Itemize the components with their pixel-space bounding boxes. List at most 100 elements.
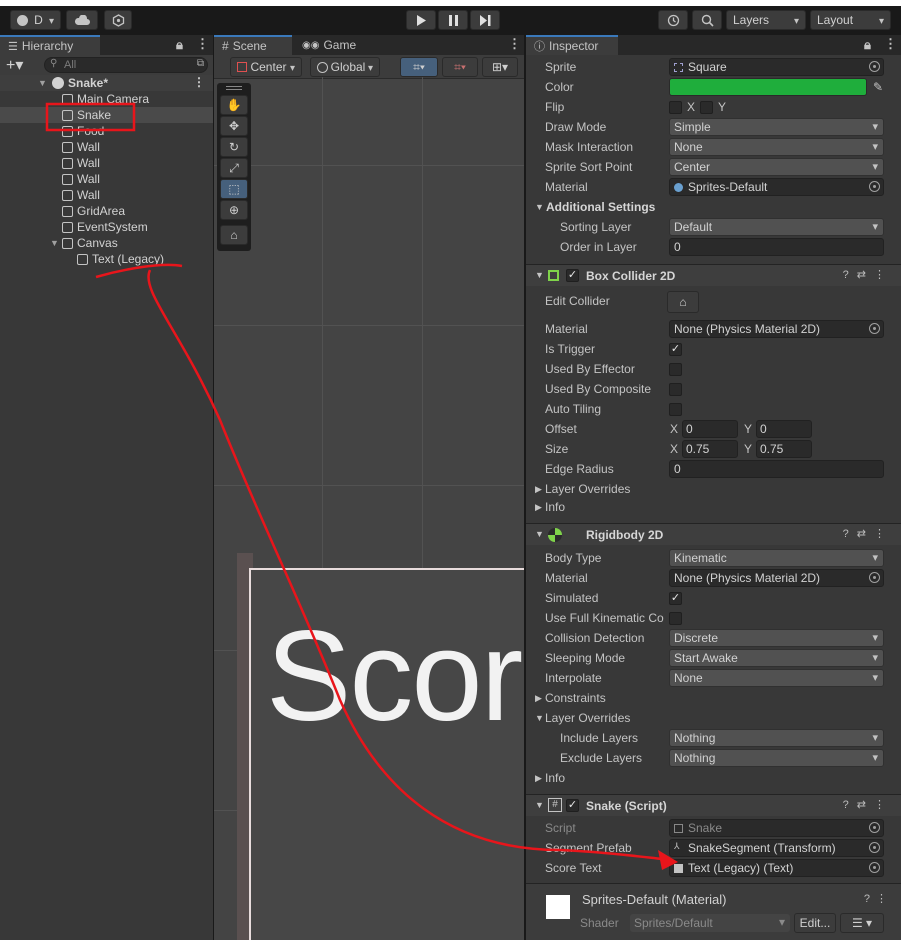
additional-settings-row[interactable]: ▼ Additional Settings (526, 197, 901, 217)
is-trigger-checkbox[interactable]: ✓ (669, 343, 682, 356)
search-button[interactable] (692, 10, 722, 30)
include-layers-dropdown[interactable]: Nothing (669, 729, 884, 747)
foldout-arrow-icon[interactable]: ▼ (535, 202, 544, 212)
list-item-selected[interactable]: Snake (0, 107, 213, 123)
list-item[interactable]: Food (62, 123, 104, 139)
component-actions[interactable]: ?⇄⋮ (843, 527, 893, 540)
object-picker-icon[interactable] (869, 61, 880, 72)
list-item[interactable]: Wall (62, 171, 100, 187)
custom-tool-button[interactable]: ⌂ (220, 225, 248, 245)
enable-checkbox[interactable]: ✓ (566, 269, 579, 282)
foldout-arrow-icon[interactable]: ▼ (535, 529, 544, 539)
layout-dropdown[interactable]: Layout (810, 10, 891, 30)
expand-arrow-icon[interactable]: ▼ (38, 78, 48, 88)
list-item[interactable]: Main Camera (62, 91, 149, 107)
list-item[interactable]: GridArea (62, 203, 125, 219)
move-tool-button[interactable]: ✥ (220, 116, 248, 136)
shader-options-button[interactable]: ☰ ▾ (840, 913, 884, 933)
rotate-tool-button[interactable]: ↻ (220, 137, 248, 157)
shader-dropdown[interactable]: Sprites/Default ▾ (630, 914, 790, 932)
hierarchy-search-input[interactable]: ⚲ All ⧉ (44, 57, 208, 73)
body-type-dropdown[interactable]: Kinematic (669, 549, 884, 567)
list-item[interactable]: ▼ Canvas (50, 235, 118, 251)
object-picker-icon[interactable] (869, 842, 880, 853)
scale-tool-button[interactable]: ⤢ (220, 158, 248, 178)
segment-prefab-field[interactable]: ⅄ SnakeSegment (Transform) (669, 839, 884, 857)
edge-radius-input[interactable]: 0 (669, 460, 884, 478)
full-kinematic-checkbox[interactable] (669, 612, 682, 625)
flip-y-checkbox[interactable] (700, 101, 713, 114)
pivot-dropdown[interactable]: Center (230, 57, 302, 77)
account-dropdown[interactable]: D (10, 10, 61, 30)
rb-info-foldout[interactable]: ▶ Info (526, 768, 901, 788)
component-actions[interactable]: ?⇄⋮ (843, 798, 893, 811)
sprite-field[interactable]: Square (669, 58, 884, 76)
physics-material-field[interactable]: None (Physics Material 2D) (669, 320, 884, 338)
more-menu-icon[interactable]: ⋮ (884, 36, 897, 52)
hand-tool-button[interactable]: ✋ (220, 95, 248, 115)
add-icon[interactable]: +▾ (6, 55, 23, 75)
transform-tool-button[interactable]: ⊕ (220, 200, 248, 220)
scene-panel[interactable]: # Scene ◉◉ Game ⋮ Center Global ⌗▾ ⌗▾ ⊞▾… (214, 35, 524, 940)
rigidbody-header[interactable]: ▼ Rigidbody 2D ?⇄⋮ (526, 523, 901, 545)
box-collider-header[interactable]: ▼ ✓ Box Collider 2D ?⇄⋮ (526, 264, 901, 286)
auto-tiling-checkbox[interactable] (669, 403, 682, 416)
object-picker-icon[interactable] (869, 572, 880, 583)
more-menu-icon[interactable]: ⋮ (508, 36, 521, 52)
simulated-checkbox[interactable]: ✓ (669, 592, 682, 605)
tab-hierarchy[interactable]: ☰ Hierarchy (0, 35, 100, 55)
space-dropdown[interactable]: Global (310, 57, 380, 77)
rb-layer-overrides-foldout[interactable]: ▼ Layer Overrides (526, 708, 901, 728)
edit-shader-button[interactable]: Edit... (794, 913, 836, 933)
history-button[interactable] (658, 10, 688, 30)
list-item[interactable]: Wall (62, 155, 100, 171)
expand-arrow-icon[interactable]: ▼ (50, 238, 59, 248)
exclude-layers-dropdown[interactable]: Nothing (669, 749, 884, 767)
foldout-arrow-icon[interactable]: ▼ (535, 800, 544, 810)
order-input[interactable]: 0 (669, 238, 884, 256)
score-text-field[interactable]: Text (Legacy) (Text) (669, 859, 884, 877)
color-swatch[interactable] (669, 78, 867, 96)
increment-snap-button[interactable]: ⌗▾ (442, 57, 478, 77)
physics-material-field[interactable]: None (Physics Material 2D) (669, 569, 884, 587)
rect-tool-button[interactable]: ⬚ (220, 179, 248, 199)
eyedropper-icon[interactable]: ✎ (873, 80, 883, 94)
offset-y-input[interactable]: 0 (756, 420, 812, 438)
play-button[interactable] (406, 10, 436, 30)
composite-checkbox[interactable] (669, 383, 682, 396)
constraints-foldout[interactable]: ▶ Constraints (526, 688, 901, 708)
foldout-arrow-icon[interactable]: ▶ (535, 484, 542, 495)
foldout-arrow-icon[interactable]: ▼ (535, 713, 544, 723)
object-picker-icon[interactable] (869, 862, 880, 873)
effector-checkbox[interactable] (669, 363, 682, 376)
component-actions[interactable]: ?⋮ (864, 892, 893, 905)
collab-button[interactable] (104, 10, 132, 30)
more-menu-icon[interactable]: ⋮ (193, 75, 205, 89)
more-menu-icon[interactable]: ⋮ (196, 36, 209, 52)
object-picker-icon[interactable] (869, 181, 880, 192)
foldout-arrow-icon[interactable]: ▼ (535, 270, 544, 280)
info-foldout[interactable]: ▶ Info (526, 497, 901, 517)
flip-x-checkbox[interactable] (669, 101, 682, 114)
tab-game[interactable]: ◉◉ Game (294, 35, 364, 55)
component-actions[interactable]: ?⇄⋮ (843, 268, 893, 281)
snake-script-header[interactable]: ▼ # ✓ Snake (Script) ?⇄⋮ (526, 794, 901, 816)
layers-dropdown[interactable]: Layers (726, 10, 806, 30)
tab-inspector[interactable]: ⓘ Inspector (526, 35, 618, 55)
ruler-button[interactable]: ⊞▾ (482, 57, 518, 77)
size-y-input[interactable]: 0.75 (756, 440, 812, 458)
foldout-arrow-icon[interactable]: ▶ (535, 773, 542, 784)
pause-button[interactable] (438, 10, 468, 30)
lock-icon[interactable]: 🔒︎ (864, 37, 871, 53)
cloud-button[interactable] (66, 10, 98, 30)
foldout-arrow-icon[interactable]: ▶ (535, 502, 542, 513)
size-x-input[interactable]: 0.75 (682, 440, 738, 458)
scene-root-row[interactable]: ▼ Snake* ⋮ (0, 75, 213, 91)
object-picker-icon[interactable] (869, 323, 880, 334)
lock-icon[interactable]: 🔒︎ (176, 37, 183, 53)
tab-scene[interactable]: # Scene (214, 35, 292, 55)
layer-overrides-foldout[interactable]: ▶ Layer Overrides (526, 479, 901, 499)
sort-point-dropdown[interactable]: Center (669, 158, 884, 176)
mask-dropdown[interactable]: None (669, 138, 884, 156)
sleeping-dropdown[interactable]: Start Awake (669, 649, 884, 667)
